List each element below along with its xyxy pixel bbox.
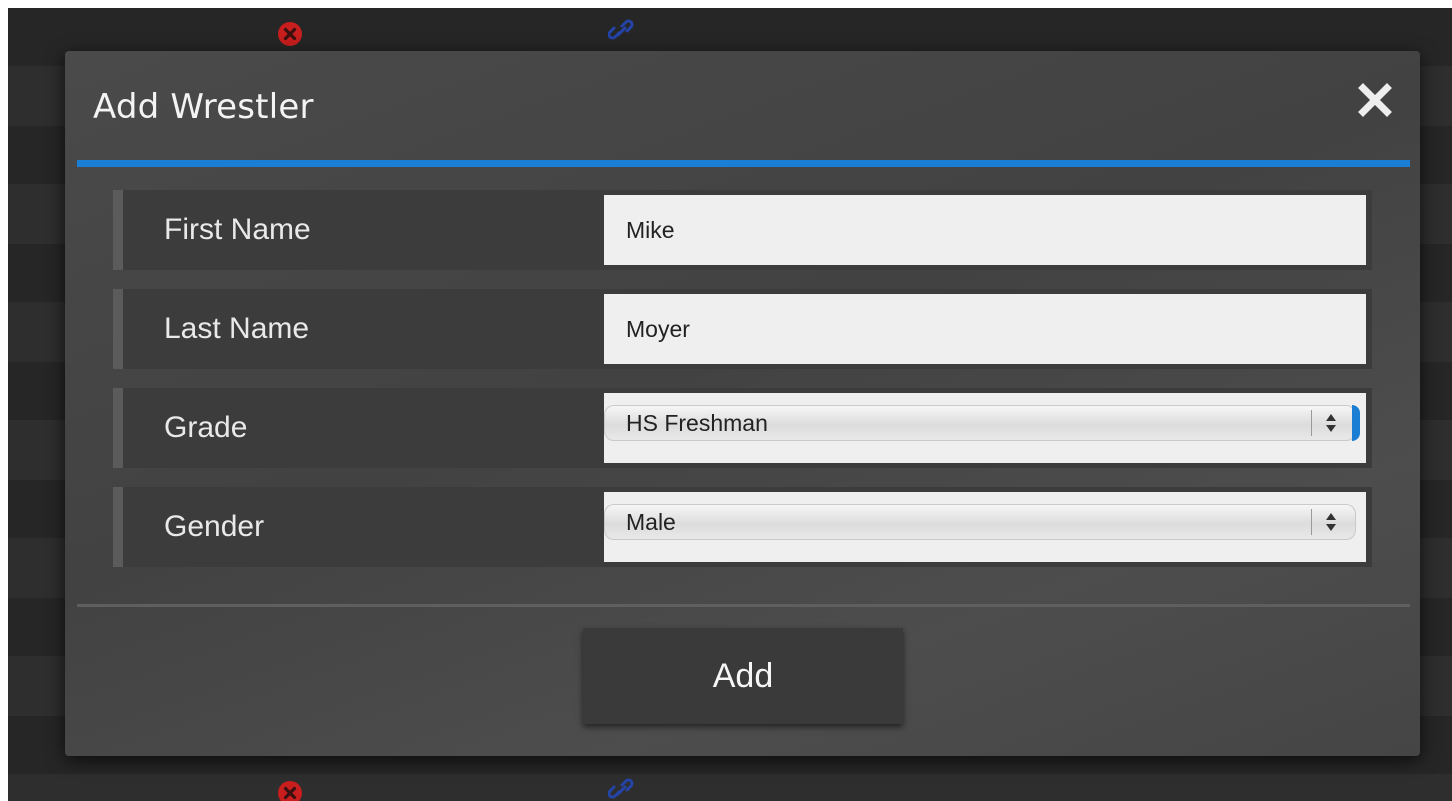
row-accent-bar — [113, 190, 123, 270]
select-divider — [1311, 410, 1312, 436]
grade-label: Grade — [164, 411, 248, 444]
last-name-input[interactable] — [604, 294, 1366, 364]
grade-select-control[interactable]: HS Freshman — [604, 405, 1360, 441]
close-button[interactable] — [1352, 77, 1398, 123]
gender-selected-value: Male — [626, 509, 676, 535]
modal-title: Add Wrestler — [93, 87, 314, 127]
remove-circle-icon[interactable] — [277, 21, 303, 47]
first-name-input[interactable] — [604, 195, 1366, 265]
first-name-row: First Name — [113, 190, 1372, 270]
first-name-label: First Name — [164, 213, 311, 246]
row-accent-bar — [113, 289, 123, 369]
remove-circle-icon[interactable] — [277, 780, 303, 801]
link-icon[interactable] — [607, 777, 634, 801]
link-icon[interactable] — [607, 18, 634, 44]
focus-indicator — [1352, 405, 1360, 441]
last-name-label: Last Name — [164, 312, 310, 345]
gender-select-control[interactable]: Male — [604, 504, 1356, 540]
grade-select[interactable]: HS Freshman — [604, 393, 1366, 463]
footer-divider — [77, 604, 1410, 607]
select-arrows-icon — [1316, 504, 1346, 540]
add-button[interactable]: Add — [583, 628, 903, 724]
row-accent-bar — [113, 487, 123, 567]
add-wrestler-modal: Add Wrestler First Name Last Name Grade … — [65, 51, 1420, 756]
last-name-row: Last Name — [113, 289, 1372, 369]
select-divider — [1311, 509, 1312, 535]
select-arrows-icon — [1316, 405, 1346, 441]
close-icon — [1358, 83, 1392, 117]
gender-select[interactable]: Male — [604, 492, 1366, 562]
grade-selected-value: HS Freshman — [626, 410, 768, 436]
gender-row: Gender Male — [113, 487, 1372, 567]
gender-label: Gender — [164, 510, 265, 543]
title-divider — [77, 160, 1410, 167]
row-accent-bar — [113, 388, 123, 468]
grade-row: Grade HS Freshman — [113, 388, 1372, 468]
